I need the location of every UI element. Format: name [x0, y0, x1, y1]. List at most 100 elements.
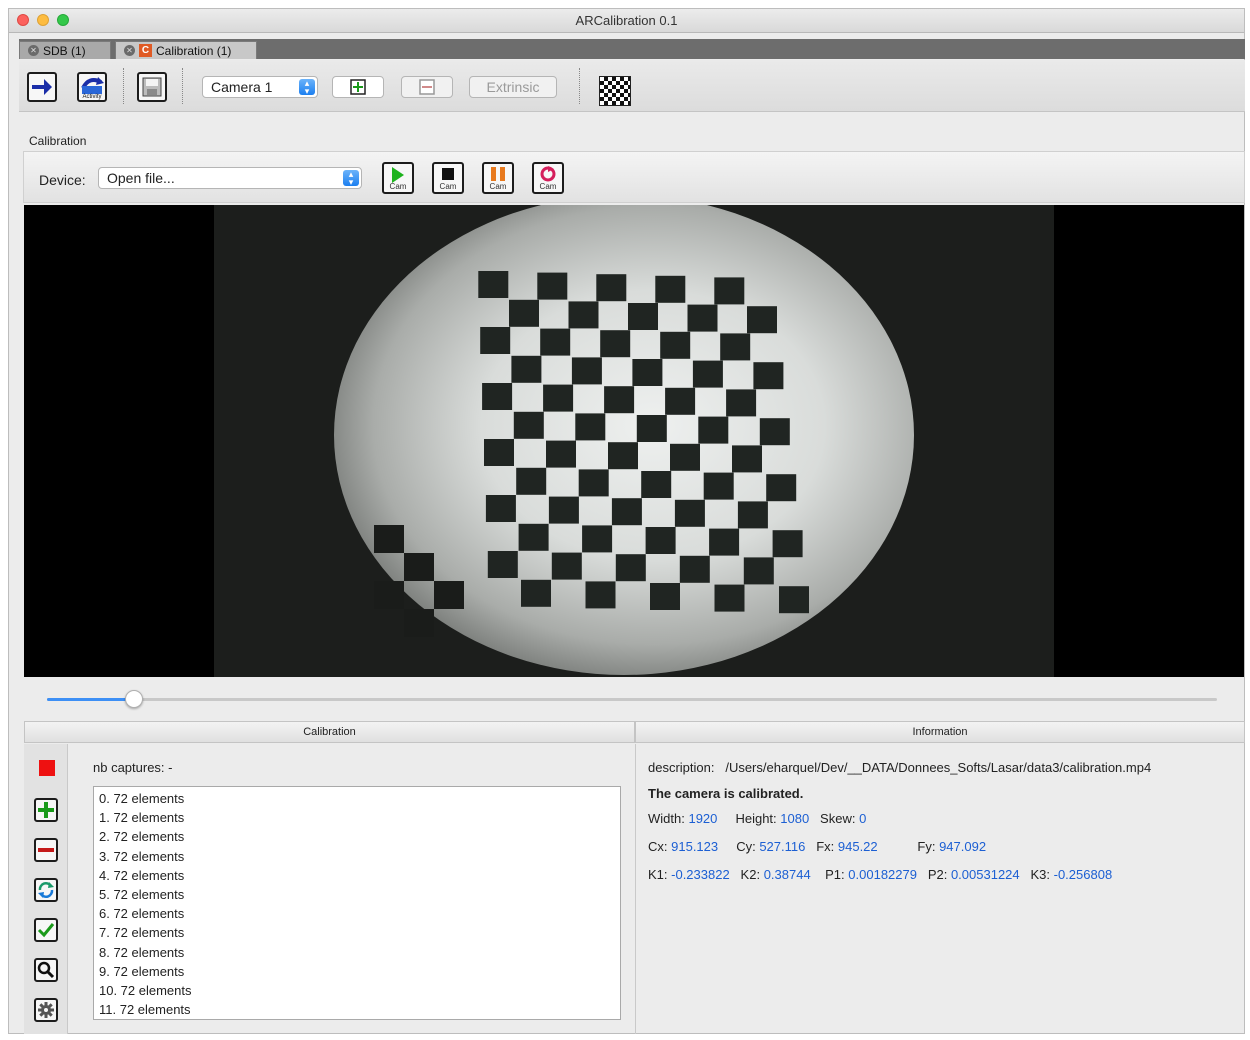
toolbar-separator — [182, 68, 183, 104]
tab-calibration[interactable]: ✕ C Calibration (1) — [115, 41, 257, 59]
pause-cam-button[interactable]: Cam — [482, 162, 514, 194]
checker-square — [582, 525, 613, 553]
p2-value: 0.00531224 — [950, 867, 1020, 882]
checker-square — [747, 306, 777, 334]
slider-knob[interactable] — [124, 690, 143, 708]
list-item[interactable]: 2. 72 elements — [99, 827, 615, 846]
activity-button[interactable]: Activity — [77, 72, 107, 102]
resolution-row: Width: 1920 Height: 1080 Skew: 0 — [648, 811, 866, 826]
tab-bar: ✕ SDB (1) ✕ C Calibration (1) — [19, 39, 1245, 59]
checker-square — [737, 501, 768, 529]
settings-button[interactable] — [34, 998, 58, 1022]
checker-square — [670, 443, 700, 471]
device-toolbar: Device: Open file... ▴ ▾ Cam Cam Cam Cam — [23, 151, 1245, 203]
cx-label: Cx: — [648, 839, 668, 854]
checker-square — [374, 525, 404, 553]
checker-square — [484, 439, 514, 466]
play-cam-button[interactable]: Cam — [382, 162, 414, 194]
toolbar-separator — [123, 68, 124, 104]
camera-select[interactable]: Camera 1 ▴ ▾ — [202, 76, 318, 98]
calibration-status: The camera is calibrated. — [648, 786, 804, 801]
add-capture-button[interactable] — [34, 798, 58, 822]
tab-close-icon[interactable]: ✕ — [124, 45, 135, 56]
list-item[interactable]: 5. 72 elements — [99, 885, 615, 904]
checker-square — [674, 499, 705, 527]
magnifier-icon — [37, 961, 55, 979]
tab-sdb[interactable]: ✕ SDB (1) — [19, 41, 111, 59]
checker-square — [709, 528, 740, 556]
checker-square — [578, 469, 609, 497]
list-item[interactable]: 7. 72 elements — [99, 923, 615, 942]
video-frame — [214, 205, 1054, 677]
tab-close-icon[interactable]: ✕ — [28, 45, 39, 56]
validate-button[interactable] — [34, 918, 58, 942]
device-select-value: Open file... — [107, 170, 175, 186]
add-camera-button[interactable] — [332, 76, 384, 98]
intrinsics-row: Cx: 915.123 Cy: 527.116 Fx: 945.22 Fy: 9… — [648, 839, 986, 854]
capture-count-label: nb captures: - — [93, 760, 173, 775]
list-item[interactable]: 6. 72 elements — [99, 904, 615, 923]
checker-square — [645, 527, 676, 554]
device-select[interactable]: Open file... ▴ ▾ — [98, 167, 362, 189]
p2-label: P2: — [927, 867, 948, 882]
list-item[interactable]: 10. 72 elements — [99, 981, 615, 1000]
checker-square — [575, 413, 606, 441]
checker-square — [511, 355, 542, 383]
minus-box-icon — [419, 79, 435, 95]
tab-label: SDB (1) — [43, 43, 86, 58]
checker-square — [543, 384, 574, 412]
remove-camera-button[interactable] — [401, 76, 453, 98]
calibration-checkerboard — [374, 271, 809, 637]
save-button[interactable] — [137, 72, 167, 102]
checker-square — [571, 357, 602, 385]
checker-square — [753, 362, 784, 390]
k1-label: K1: — [648, 867, 668, 882]
recompute-button[interactable] — [34, 878, 58, 902]
checker-square — [779, 586, 809, 614]
checker-square — [772, 530, 803, 558]
cam-label: Cam — [389, 182, 407, 191]
toolbar-separator — [579, 68, 580, 104]
list-item[interactable]: 4. 72 elements — [99, 866, 615, 885]
list-item[interactable]: 9. 72 elements — [99, 962, 615, 981]
cam-label: Cam — [539, 182, 557, 191]
calibration-section-label: Calibration — [29, 134, 87, 148]
inspect-button[interactable] — [34, 958, 58, 982]
title-bar: ARCalibration 0.1 — [9, 9, 1244, 33]
list-item[interactable]: 0. 72 elements — [99, 789, 615, 808]
k1-value: -0.233822 — [671, 867, 730, 882]
width-label: Width: — [648, 811, 685, 826]
refresh-cam-button[interactable]: Cam — [532, 162, 564, 194]
checker-square — [714, 584, 745, 612]
list-item[interactable]: 8. 72 elements — [99, 943, 615, 962]
distortion-row: K1: -0.233822 K2: 0.38744 P1: 0.00182279… — [648, 867, 1112, 882]
description-row: description: /Users/eharquel/Dev/__DATA/… — [648, 760, 1151, 775]
video-timeline-slider[interactable] — [47, 690, 1217, 708]
checker-square — [759, 418, 790, 446]
checker-square — [540, 328, 571, 356]
stop-cam-button[interactable]: Cam — [432, 162, 464, 194]
list-item[interactable]: 1. 72 elements — [99, 808, 615, 827]
checker-square — [766, 474, 797, 502]
main-toolbar: Activity Camera 1 ▴ ▾ Extrinsic — [19, 60, 1245, 112]
chevron-updown-icon: ▴ ▾ — [343, 170, 359, 187]
checker-square — [636, 415, 667, 442]
list-item[interactable]: 3. 72 elements — [99, 847, 615, 866]
checker-square — [732, 445, 762, 473]
capture-list[interactable]: 0. 72 elements 1. 72 elements 2. 72 elemen… — [93, 786, 621, 1020]
record-stop-icon[interactable] — [39, 760, 55, 776]
extrinsic-button[interactable]: Extrinsic — [469, 76, 557, 98]
cy-label: Cy: — [736, 839, 756, 854]
next-arrow-button[interactable] — [27, 72, 57, 102]
checker-square — [655, 275, 686, 303]
checker-square — [516, 467, 547, 495]
video-view[interactable] — [24, 205, 1244, 677]
fx-value: 945.22 — [837, 839, 878, 854]
slider-fill — [47, 698, 134, 701]
checker-square — [509, 299, 539, 327]
checkerboard-button[interactable] — [599, 76, 631, 106]
remove-capture-button[interactable] — [34, 838, 58, 862]
list-item[interactable]: 11. 72 elements — [99, 1000, 615, 1019]
checker-square — [698, 416, 729, 444]
checker-square — [641, 471, 672, 498]
